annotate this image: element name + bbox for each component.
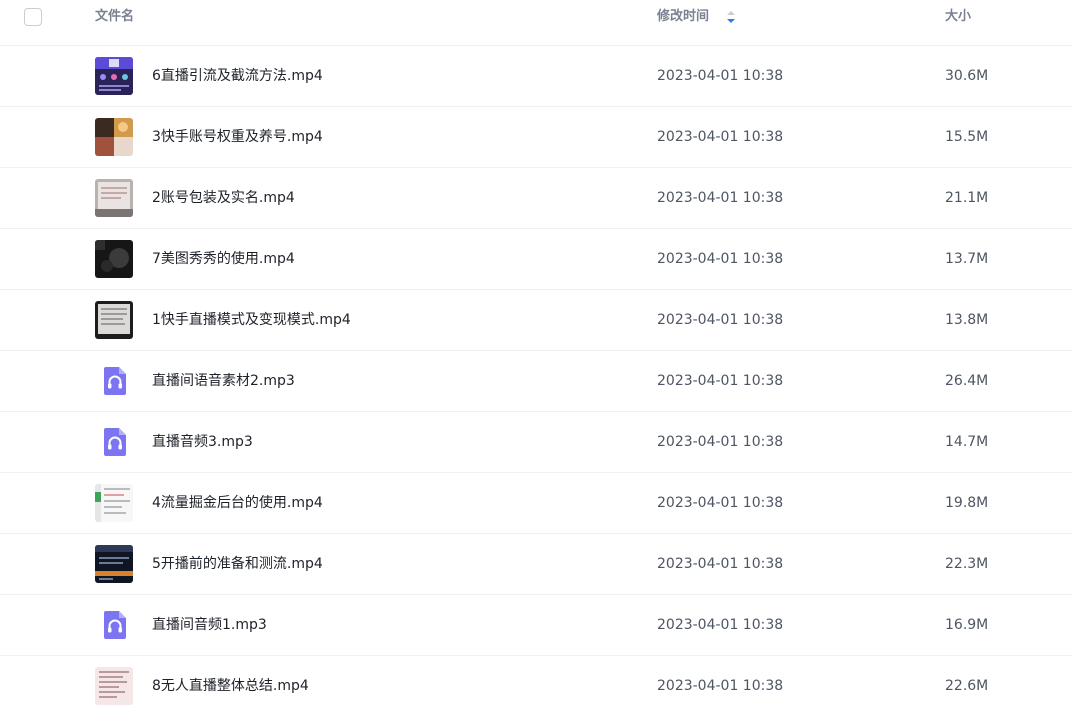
column-header-name[interactable]: 文件名: [95, 8, 134, 26]
file-size: 13.7M: [945, 251, 989, 267]
column-header-modified-time[interactable]: 修改时间: [657, 8, 709, 26]
file-modified-time: 2023-04-01 10:38: [657, 68, 784, 84]
select-all-checkbox[interactable]: [24, 8, 42, 26]
file-modified-time: 2023-04-01 10:38: [657, 312, 784, 328]
file-size: 19.8M: [945, 495, 989, 511]
file-size: 13.8M: [945, 312, 989, 328]
file-modified-time: 2023-04-01 10:38: [657, 678, 784, 694]
file-size: 22.3M: [945, 556, 989, 572]
file-name[interactable]: 4流量掘金后台的使用.mp4: [152, 494, 323, 512]
file-row[interactable]: 4流量掘金后台的使用.mp4 2023-04-01 10:38 19.8M: [0, 473, 1072, 534]
file-name[interactable]: 5开播前的准备和测流.mp4: [152, 555, 323, 573]
file-row[interactable]: 6直播引流及截流方法.mp4 2023-04-01 10:38 30.6M: [0, 46, 1072, 107]
file-size: 16.9M: [945, 617, 989, 633]
file-row[interactable]: 直播间音频1.mp3 2023-04-01 10:38 16.9M: [0, 595, 1072, 656]
file-row[interactable]: 1快手直播模式及变现模式.mp4 2023-04-01 10:38 13.8M: [0, 290, 1072, 351]
sort-descending-icon[interactable]: [726, 10, 736, 24]
video-thumbnail[interactable]: [95, 301, 133, 339]
file-modified-time: 2023-04-01 10:38: [657, 129, 784, 145]
video-thumbnail[interactable]: [95, 118, 133, 156]
file-name[interactable]: 3快手账号权重及养号.mp4: [152, 128, 323, 146]
file-modified-time: 2023-04-01 10:38: [657, 373, 784, 389]
file-modified-time: 2023-04-01 10:38: [657, 190, 784, 206]
video-thumbnail[interactable]: [95, 667, 133, 705]
file-name[interactable]: 2账号包装及实名.mp4: [152, 189, 295, 207]
audio-file-icon[interactable]: [95, 423, 133, 461]
audio-file-icon[interactable]: [95, 362, 133, 400]
video-thumbnail[interactable]: [95, 240, 133, 278]
file-row[interactable]: 8无人直播整体总结.mp4 2023-04-01 10:38 22.6M: [0, 656, 1072, 712]
video-thumbnail[interactable]: [95, 57, 133, 95]
file-row[interactable]: 5开播前的准备和测流.mp4 2023-04-01 10:38 22.3M: [0, 534, 1072, 595]
file-row[interactable]: 3快手账号权重及养号.mp4 2023-04-01 10:38 15.5M: [0, 107, 1072, 168]
file-size: 22.6M: [945, 678, 989, 694]
file-name[interactable]: 6直播引流及截流方法.mp4: [152, 67, 323, 85]
audio-file-icon[interactable]: [95, 606, 133, 644]
video-thumbnail[interactable]: [95, 545, 133, 583]
file-rows: 6直播引流及截流方法.mp4 2023-04-01 10:38 30.6M 3快手账号…: [0, 46, 1072, 712]
file-modified-time: 2023-04-01 10:38: [657, 617, 784, 633]
file-name[interactable]: 7美图秀秀的使用.mp4: [152, 250, 295, 268]
file-name[interactable]: 直播音频3.mp3: [152, 433, 253, 451]
file-size: 30.6M: [945, 68, 989, 84]
column-header-size[interactable]: 大小: [945, 8, 971, 26]
file-size: 21.1M: [945, 190, 989, 206]
file-list: 文件名 修改时间 大小 6直播引流及截流方法.mp4 2023-04-01 10:…: [0, 0, 1072, 712]
file-size: 26.4M: [945, 373, 989, 389]
file-row[interactable]: 直播间语音素材2.mp3 2023-04-01 10:38 26.4M: [0, 351, 1072, 412]
file-name[interactable]: 1快手直播模式及变现模式.mp4: [152, 311, 351, 329]
file-modified-time: 2023-04-01 10:38: [657, 251, 784, 267]
file-modified-time: 2023-04-01 10:38: [657, 434, 784, 450]
file-row[interactable]: 2账号包装及实名.mp4 2023-04-01 10:38 21.1M: [0, 168, 1072, 229]
file-list-header: 文件名 修改时间 大小: [0, 0, 1072, 46]
file-row[interactable]: 直播音频3.mp3 2023-04-01 10:38 14.7M: [0, 412, 1072, 473]
video-thumbnail[interactable]: [95, 484, 133, 522]
file-modified-time: 2023-04-01 10:38: [657, 495, 784, 511]
file-name[interactable]: 8无人直播整体总结.mp4: [152, 677, 309, 695]
file-size: 14.7M: [945, 434, 989, 450]
video-thumbnail[interactable]: [95, 179, 133, 217]
file-name[interactable]: 直播间音频1.mp3: [152, 616, 267, 634]
file-name[interactable]: 直播间语音素材2.mp3: [152, 372, 295, 390]
file-row[interactable]: 7美图秀秀的使用.mp4 2023-04-01 10:38 13.7M: [0, 229, 1072, 290]
file-modified-time: 2023-04-01 10:38: [657, 556, 784, 572]
file-size: 15.5M: [945, 129, 989, 145]
